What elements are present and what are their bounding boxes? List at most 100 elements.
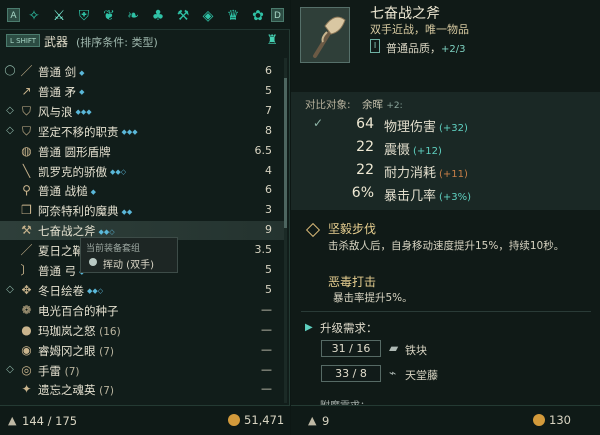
compare-item: 余晖 +2:: [362, 97, 403, 112]
category-bar: A ✧ ⚔ ⛨ ❦ ❧ ♣ ⚒ ◈ ♛ ✿ D: [0, 0, 290, 30]
inventory-row[interactable]: ◉ 睿姆冈之眼 (7) —: [0, 341, 284, 360]
inventory-row[interactable]: ✦ 遗忘之魂英 (7) —: [0, 380, 284, 399]
item-weight: —: [261, 302, 272, 316]
item-weight: —: [261, 342, 272, 356]
item-name-text: 夏日之鞘: [38, 244, 84, 259]
inventory-row[interactable]: ◇ ⛉ 坚定不移的职责 ◆◆◆ 8: [0, 122, 284, 141]
blank-icon: [4, 324, 16, 336]
bag-icon[interactable]: ♜: [266, 33, 278, 48]
item-count: (7): [64, 365, 80, 378]
stat-value: 22: [356, 139, 374, 155]
item-name: 凯罗克的骄傲 ◆◆◇: [38, 164, 126, 180]
stat-delta: (+11): [439, 169, 468, 180]
seed-icon: ❁: [21, 302, 32, 317]
item-weight: —: [261, 362, 272, 376]
diamond-icon: [305, 222, 321, 238]
inventory-row[interactable]: ╲ 凯罗克的骄傲 ◆◆◇ 4: [0, 162, 284, 181]
item-name-text: 普通 矛: [38, 84, 77, 99]
item-name: 遗忘之魂英 (7): [38, 382, 114, 398]
blank-icon: [4, 165, 16, 177]
stat-label: 暴击几率 (+3%): [384, 185, 471, 204]
books-icon[interactable]: ♣: [149, 7, 167, 25]
inventory-row[interactable]: ◍ 普通 圆形盾牌 6.5: [0, 142, 284, 161]
sword-icon: ／: [20, 243, 33, 258]
inventory-row[interactable]: ◯ ／ 普通 剑 ◆ 6: [0, 62, 284, 81]
item-name-text: 玛珈岚之怒: [38, 323, 96, 338]
inventory-row[interactable]: ◇ ✥ 冬日绘卷 ◆◆◇ 5: [0, 281, 284, 300]
axe-icon: [313, 16, 346, 58]
stat-row: 22 耐力消耗 (+11): [291, 160, 600, 181]
item-count: (7): [99, 385, 115, 398]
inventory-row[interactable]: ↗ 普通 矛 ◆ 5: [0, 82, 284, 101]
rarity-marks: ◆◆◆: [75, 108, 92, 117]
item-detail-panel: 七奋战之斧 双手近战，唯一物品 I 普通品质，+2/3 对比对象: 余晖 +2:…: [291, 0, 600, 435]
eye-icon: ◉: [21, 342, 32, 357]
gold-coin-icon: [533, 414, 545, 426]
item-weight: 9: [265, 223, 272, 237]
rarity-marks: ◆◆◇: [110, 168, 127, 176]
weapons-icon[interactable]: ⚔: [50, 7, 68, 25]
material-name: 铁块: [405, 344, 427, 357]
armor-icon[interactable]: ⛨: [75, 7, 93, 25]
stat-label-text: 物理伤害: [384, 120, 437, 135]
inventory-row[interactable]: ❁ 电光百合的种子 —: [0, 301, 284, 320]
trait-title: 恶毒打击: [328, 275, 377, 289]
next-category-key[interactable]: D: [271, 8, 284, 22]
gems-icon[interactable]: ◈: [199, 7, 217, 25]
spear-icon: ↗: [21, 83, 32, 98]
sort-key-badge[interactable]: L SHIFT: [6, 34, 41, 47]
inventory-row[interactable]: ❒ 阿奈特利的魔典 ◆◆ 3: [0, 201, 284, 220]
item-count: (7): [99, 345, 115, 358]
item-weight: 3.5: [254, 243, 273, 257]
shield-icon: ⛉: [21, 123, 31, 138]
item-name-text: 手雷: [38, 363, 61, 378]
inventory-row[interactable]: ⚲ 普通 战槌 ◆ 6: [0, 181, 284, 200]
rarity-marks: ◆◆◇: [98, 227, 115, 236]
prev-category-key[interactable]: A: [7, 8, 20, 22]
check-icon: ✓: [313, 116, 324, 130]
item-name: 冬日绘卷 ◆◆◇: [38, 283, 103, 299]
stat-panel: 对比对象: 余晖 +2: ✓ 64 物理伤害 (+32) 22 震慑 (+12) 22 耐力消耗…: [291, 92, 600, 210]
inventory-row[interactable]: ◇ ◎ 手雷 (7) —: [0, 361, 284, 380]
crown-icon[interactable]: ♛: [224, 7, 242, 25]
inventory-row[interactable]: ◇ ⛉ 风与浪 ◆◆◆ 7: [0, 102, 284, 121]
iron-icon: ▰: [389, 341, 399, 355]
item-weight: —: [261, 382, 272, 396]
scrolls-icon[interactable]: ❧: [124, 7, 142, 25]
divider: [301, 311, 591, 312]
item-weight: —: [261, 322, 272, 336]
item-name: 普通 战槌 ◆: [38, 183, 96, 199]
stat-label: 震慑 (+12): [384, 139, 442, 158]
blank-icon: [4, 224, 16, 236]
scroll-thumb[interactable]: [284, 78, 287, 228]
material-amount: 31 / 16: [321, 340, 381, 357]
quality-text: 普通品质，+2/3: [386, 40, 465, 56]
equipped-icon: ◇: [6, 283, 14, 295]
item-name-text: 风与浪: [38, 104, 73, 119]
all-items-icon[interactable]: ✧: [25, 7, 43, 25]
item-name-text: 遗忘之魂英: [38, 383, 96, 398]
inventory-row[interactable]: ● 玛珈岚之怒 (16) —: [0, 321, 284, 340]
stat-row: 22 震慑 (+12): [291, 137, 600, 158]
stat-label-text: 震慑: [384, 143, 411, 158]
material-name: 天堂藤: [405, 369, 438, 382]
item-name-text: 普通 战槌: [38, 184, 88, 199]
blank-icon: [4, 344, 16, 356]
item-name-text: 普通 弓: [38, 264, 77, 278]
rarity-marks: ◆: [79, 68, 85, 77]
potions-icon[interactable]: ❦: [100, 7, 118, 25]
item-name-text: 普通 圆形盾牌: [38, 144, 111, 159]
anvil-icon[interactable]: ⚒: [174, 7, 192, 25]
stat-row: 6% 暴击几率 (+3%): [291, 183, 600, 204]
stat-row: ✓ 64 物理伤害 (+32): [291, 114, 600, 135]
item-name-text: 坚定不移的职责: [38, 124, 119, 139]
item-weight: 3: [265, 203, 272, 217]
item-weight: 6.5: [254, 143, 273, 157]
item-name: 普通 剑 ◆: [38, 64, 85, 80]
sort-condition[interactable]: (排序条件: 类型): [76, 34, 158, 50]
detail-footer: ▲ 9 130: [291, 405, 600, 435]
weight-icon: ▲: [308, 414, 317, 427]
list-scrollbar[interactable]: [284, 58, 287, 403]
item-name: 夏日之鞘: [38, 243, 84, 259]
misc-icon[interactable]: ✿: [249, 7, 267, 25]
